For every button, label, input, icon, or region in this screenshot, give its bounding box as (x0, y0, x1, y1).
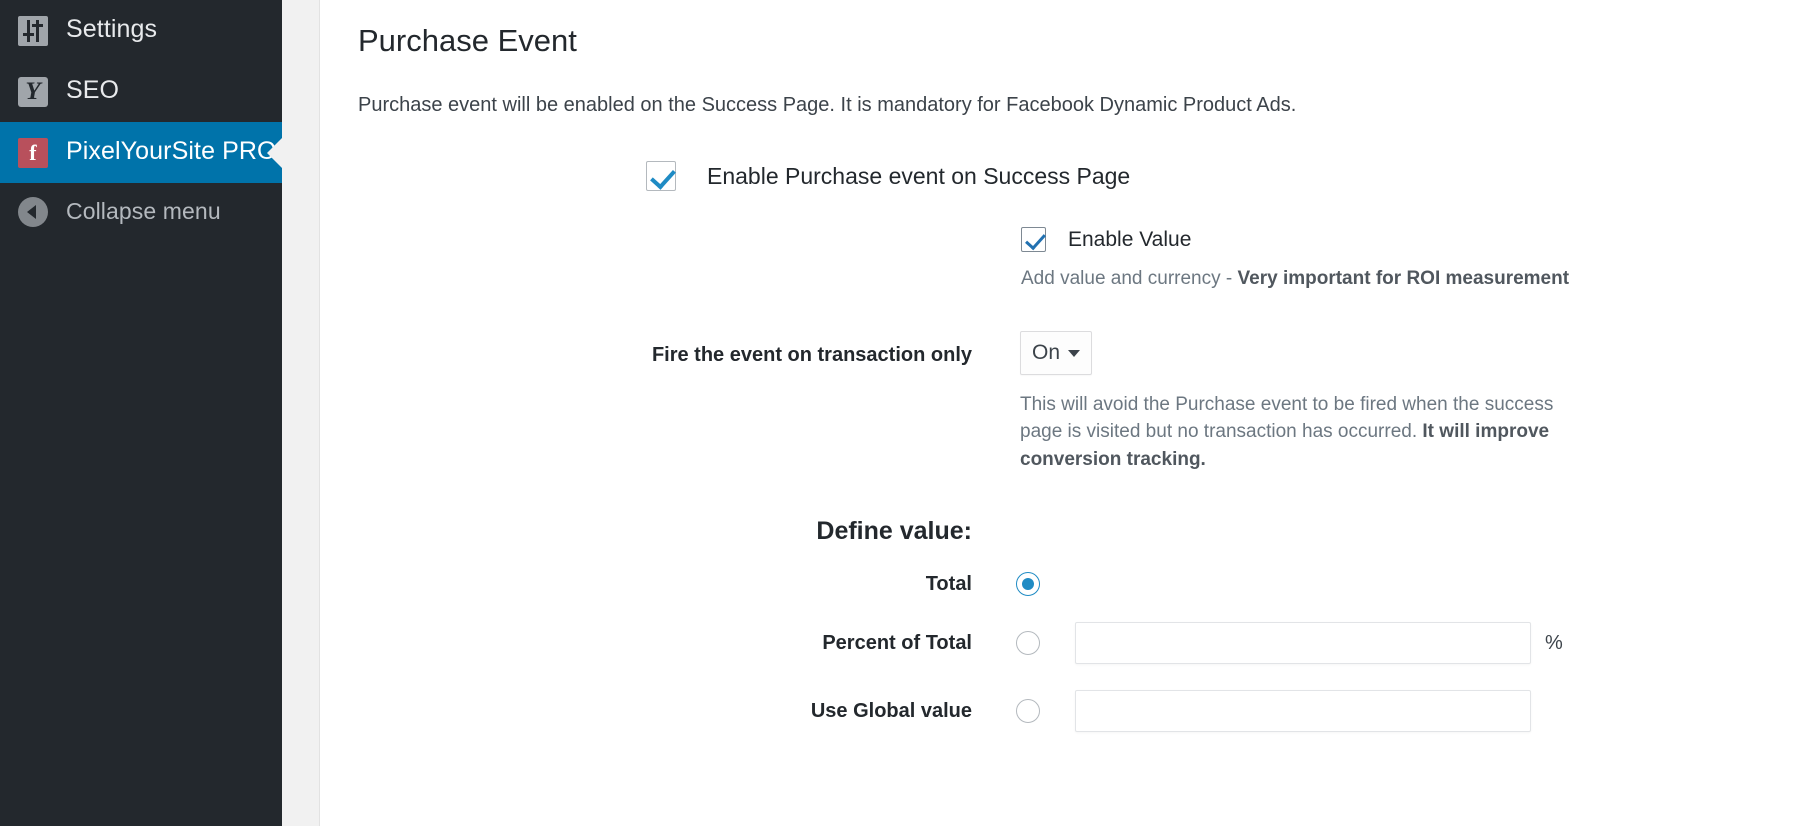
fire-on-transaction-hint-wrap: This will avoid the Purchase event to be… (358, 391, 1758, 474)
sidebar-item-settings[interactable]: Settings (0, 0, 282, 61)
enable-purchase-label: Enable Purchase event on Success Page (707, 162, 1131, 189)
option-percent-radio[interactable] (1016, 631, 1040, 656)
enable-value-label: Enable Value (1068, 228, 1192, 252)
sidebar-gutter (282, 0, 320, 826)
admin-page: Settings Y SEO f PixelYourSite PRO Colla… (0, 0, 1798, 826)
fire-on-transaction-hint: This will avoid the Purchase event to be… (1020, 391, 1580, 474)
main-content: Purchase Event Purchase event will be en… (320, 0, 1798, 826)
sidebar-item-seo[interactable]: Y SEO (0, 61, 282, 122)
fire-on-transaction-label: Fire the event on transaction only (651, 343, 972, 366)
percent-suffix: % (1545, 632, 1563, 655)
fire-on-transaction-select[interactable]: On (1020, 330, 1092, 375)
enable-value-checkbox[interactable] (1021, 227, 1046, 253)
enable-value-block: Enable Value Add value and currency - Ve… (358, 227, 1758, 293)
define-value-option-global: Use Global value (358, 690, 1758, 733)
facebook-icon: f (14, 134, 52, 172)
page-title: Purchase Event (358, 23, 577, 58)
fire-on-transaction-selected-value: On (1031, 340, 1060, 364)
admin-sidebar: Settings Y SEO f PixelYourSite PRO Colla… (0, 0, 283, 826)
enable-purchase-checkbox[interactable] (646, 161, 676, 192)
enable-value-hint: Add value and currency - Very important … (1021, 265, 1586, 293)
enable-value-row: Enable Value (1021, 227, 1758, 253)
enable-value-hint-bold: Very important for ROI measurement (1237, 268, 1570, 290)
active-arrow-icon (267, 136, 283, 169)
sidebar-item-label: SEO (66, 76, 120, 104)
option-total-label: Total (925, 573, 972, 596)
option-global-label: Use Global value (810, 700, 972, 723)
sidebar-item-pixelyoursite-pro[interactable]: f PixelYourSite PRO (0, 122, 283, 183)
page-description: Purchase event will be enabled on the Su… (358, 94, 1297, 117)
option-total-radio[interactable] (1016, 572, 1040, 597)
enable-purchase-row: Enable Purchase event on Success Page (358, 161, 1758, 192)
fire-on-transaction-row: Fire the event on transaction only On (358, 330, 1758, 375)
yoast-seo-icon: Y (14, 73, 52, 111)
percent-of-total-input[interactable] (1075, 622, 1531, 665)
option-percent-label: Percent of Total (822, 632, 972, 655)
chevron-down-icon (1068, 350, 1080, 358)
sidebar-item-label: Settings (66, 15, 158, 43)
use-global-value-input[interactable] (1075, 690, 1531, 733)
enable-value-hint-text: Add value and currency - (1021, 268, 1238, 290)
sidebar-item-collapse-menu[interactable]: Collapse menu (0, 183, 282, 241)
sliders-icon (14, 12, 52, 50)
option-global-radio[interactable] (1016, 699, 1040, 724)
collapse-arrow-icon (14, 193, 52, 231)
define-value-option-total: Total (358, 572, 1758, 597)
sidebar-item-label: PixelYourSite PRO (66, 137, 277, 165)
define-value-heading: Define value: (816, 517, 972, 546)
define-value-option-percent: Percent of Total % (358, 622, 1758, 665)
sidebar-item-label: Collapse menu (66, 197, 221, 224)
